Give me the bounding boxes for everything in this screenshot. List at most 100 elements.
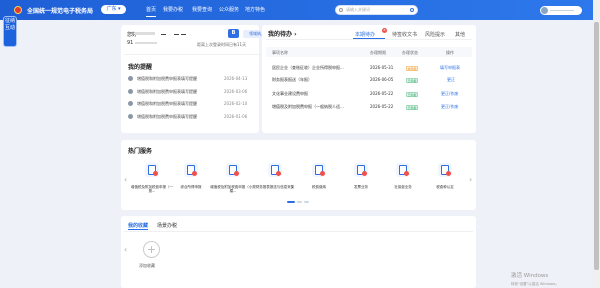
service-label: 发票业务 [354, 185, 368, 189]
reminder-item[interactable]: 增值税和附加税费申报表填写提醒 2026-03-06 [128, 88, 278, 96]
tab-other[interactable]: 其他 [455, 31, 465, 38]
reminder-bell-icon [128, 89, 133, 94]
service-label: 社保费业务 [394, 185, 412, 189]
todo-table-header [266, 47, 472, 57]
reminder-date: 2026-04-13 [224, 76, 248, 81]
chevron-right-icon[interactable]: › [469, 175, 472, 184]
taxpayer-id: 91 [127, 40, 134, 46]
status-badge: 未申报 [406, 66, 418, 71]
scrollbar-thumb[interactable] [594, 22, 599, 270]
divider [124, 231, 473, 232]
service-item[interactable]: 税费缴纳 [296, 163, 342, 193]
reminder-date: 2026-02-10 [224, 101, 248, 106]
reminder-text: 增值税和附加税费申报表填写提醒 [137, 89, 197, 94]
windows-activation-watermark: 激活 Windows 转到"设置"以激活 Windows。 [511, 272, 559, 288]
tab-documents[interactable]: 待签收文书 [392, 31, 417, 38]
heart-icon [396, 163, 410, 177]
tab-risk[interactable]: 风险提示 [425, 31, 445, 38]
tab-scenario-tax[interactable]: 场景办税 [157, 222, 177, 229]
status-badge: 已申报 [406, 105, 418, 110]
reminder-item[interactable]: 增值税和附加税费申报表填写提醒 2026-04-13 [128, 75, 278, 83]
col-action: 操作 [446, 50, 454, 55]
watermark-line1: 激活 Windows [511, 273, 549, 279]
reminders-title: 我的提醒 [128, 64, 153, 71]
service-item[interactable]: 财务报表报送与信息采集 [252, 163, 298, 193]
todo-row-name: 增值税及附加税费申报（一般纳税人适... [272, 104, 344, 109]
carousel-dots[interactable] [287, 201, 311, 203]
reminder-date: 2026-01-06 [224, 114, 248, 119]
todo-action-link[interactable]: 更正/作废 [441, 104, 458, 110]
interaction-float-tab[interactable]: 征纳 互动 [3, 16, 17, 47]
todo-row-name: 财务报表报送（年报） [272, 77, 312, 82]
search-prefix-icon [339, 8, 343, 12]
todo-count-badge: 8 [382, 28, 387, 33]
service-item[interactable]: 综合所得申报 [168, 163, 214, 193]
search-placeholder: 请输入关键词 [346, 7, 370, 12]
todo-action-link[interactable]: 填写申报表 [440, 65, 460, 71]
nav-query[interactable]: 我要查询 [192, 0, 212, 20]
reminder-date: 2026-03-06 [224, 89, 248, 94]
reminder-text: 增值税和附加税费申报表填写提醒 [137, 101, 197, 106]
taxpayer-id-redacted-bar [135, 42, 157, 44]
service-label: 财务报表报送与信息采集 [255, 185, 295, 189]
search-input[interactable]: 请输入关键词 [335, 5, 418, 15]
document-icon [145, 163, 159, 177]
page-scrollbar[interactable] [593, 0, 600, 288]
search-icon[interactable] [410, 8, 414, 12]
add-favorite-button[interactable]: + [143, 241, 160, 258]
report-icon [268, 163, 282, 177]
tab-current-todo[interactable]: 本期待办 [355, 31, 375, 38]
masked-id-dashes [161, 34, 191, 35]
reminder-item[interactable]: 增值税和附加税费申报表填写提醒 2026-02-10 [128, 100, 278, 108]
todo-row-deadline: 2026-05-22 [370, 104, 394, 109]
nav-home[interactable]: 首页 [146, 0, 157, 20]
service-label: 税费缴纳 [312, 185, 326, 189]
payment-icon [312, 163, 326, 177]
certificate-icon: B [228, 29, 239, 38]
service-item[interactable]: 增值税及附加税费申报（小规模... [210, 163, 256, 193]
service-item[interactable]: 社保费业务 [380, 163, 426, 193]
last-login-info: 距离上次登录时间已有11天 [197, 42, 247, 47]
service-item[interactable]: 发票业务 [338, 163, 384, 193]
active-tab-indicator [128, 229, 148, 230]
add-favorite-label: 添加收藏 [139, 263, 155, 268]
reminder-text: 增值税和附加税费申报表填写提醒 [137, 76, 197, 81]
col-status: 办理状态 [402, 50, 418, 55]
reminder-text: 增值税和附加税费申报表填写提醒 [137, 114, 197, 119]
chevron-left-icon[interactable]: ‹ [124, 245, 127, 254]
watermark-line2: 转到"设置"以激活 Windows。 [511, 282, 559, 286]
float-tab-line2: 互动 [4, 25, 15, 31]
site-title: 全国统一规范电子税务局 [27, 8, 94, 15]
avatar[interactable] [541, 7, 548, 14]
reminder-bell-icon [128, 76, 133, 81]
service-label: 增值税及附加税费申报（小规模... [210, 185, 256, 193]
col-name: 事项名称 [272, 50, 288, 55]
services-title: 热门服务 [128, 148, 153, 155]
service-label: 综合所得申报 [180, 185, 202, 189]
tab-my-favorites[interactable]: 我的收藏 [128, 222, 148, 229]
region-selector[interactable]: 广东 ▾ [101, 5, 126, 14]
status-badge: 已申报 [406, 78, 418, 83]
region-label: 广东 [106, 6, 117, 12]
nav-local-feature[interactable]: 地方特色 [245, 0, 265, 20]
reminder-item[interactable]: 增值税和附加税费申报表填写提醒 2026-01-06 [128, 113, 278, 121]
todo-row-deadline: 2026-05-22 [370, 91, 394, 96]
service-label: 税费种认定 [436, 185, 454, 189]
chevron-left-icon[interactable]: ‹ [124, 175, 127, 184]
todo-title[interactable]: 我的待办 › [268, 29, 297, 38]
todo-row-name: 居民企业（查账征收）企业所得税申报... [272, 65, 344, 70]
float-tab-line1: 征纳 [4, 18, 15, 24]
todo-title-text: 我的待办 [268, 31, 293, 38]
tax-emblem-icon [14, 6, 22, 14]
todo-action-link[interactable]: 更正/作废 [441, 91, 458, 97]
todo-action-link[interactable]: 更正 [447, 77, 455, 83]
divider [124, 54, 274, 55]
todo-row-deadline: 2026-05-31 [370, 65, 394, 70]
nav-public-service[interactable]: 公众服务 [219, 0, 239, 20]
reminder-bell-icon [128, 114, 133, 119]
nav-do-tax[interactable]: 我要办税 [163, 0, 183, 20]
service-item[interactable]: 税费种认定 [422, 163, 468, 193]
todo-row-deadline: 2026-06-05 [370, 77, 394, 82]
user-name-redacted [550, 10, 574, 11]
user-name-redacted-bar [135, 32, 155, 35]
